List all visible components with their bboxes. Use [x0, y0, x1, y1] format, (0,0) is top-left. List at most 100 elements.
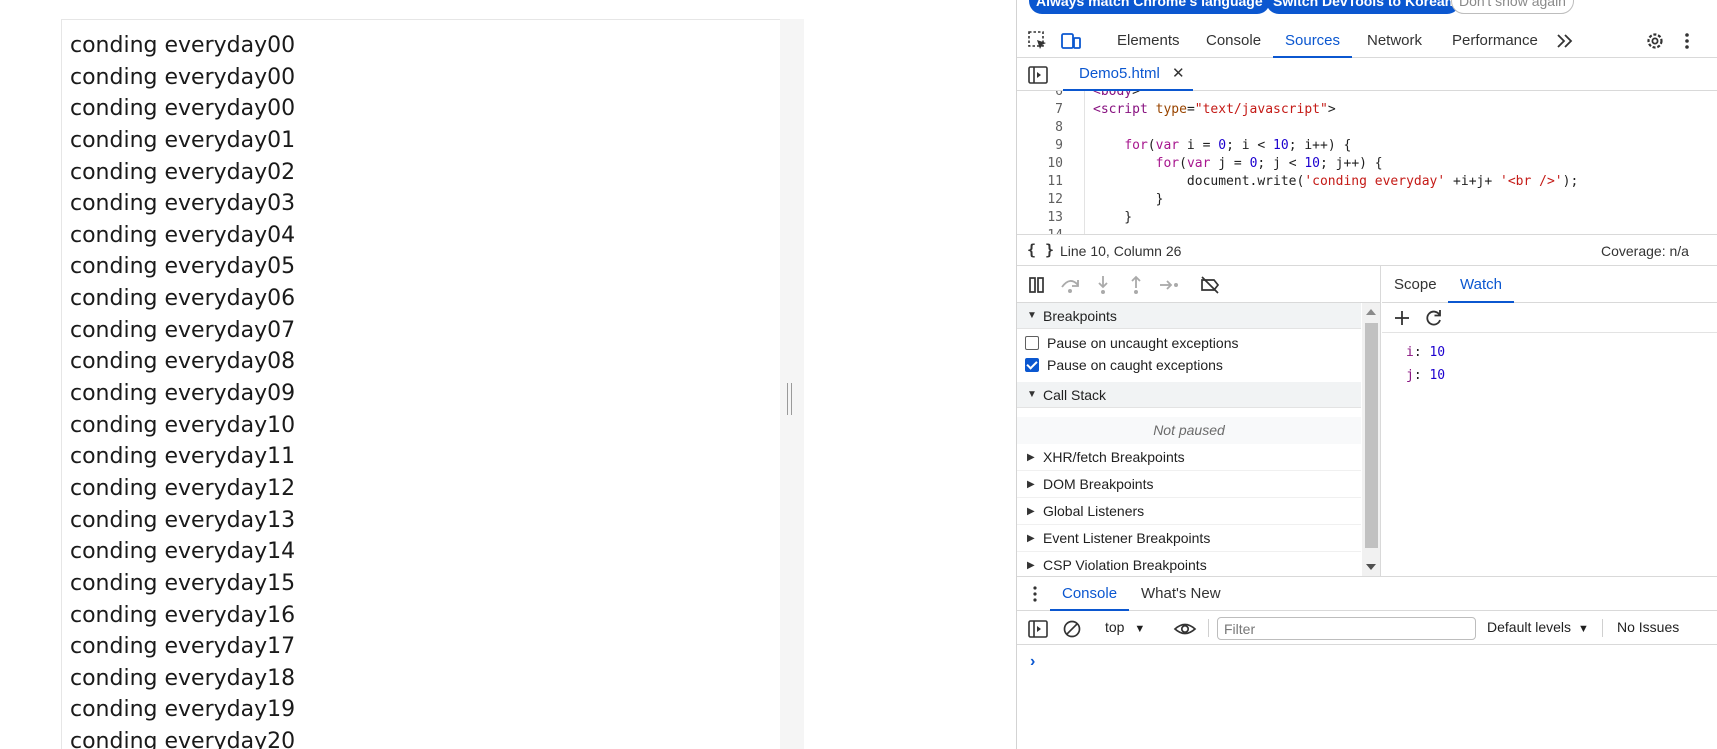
output-line: conding everyday05: [70, 254, 296, 280]
code-line: 14: [1017, 227, 1717, 234]
pause-caught-row[interactable]: Pause on caught exceptions: [1025, 354, 1223, 376]
step-out-icon[interactable]: [1125, 274, 1147, 296]
add-watch-icon[interactable]: [1392, 308, 1412, 328]
toggle-navigator-icon[interactable]: [1027, 64, 1049, 86]
section-xhr-breakpoints[interactable]: ▶ XHR/fetch Breakpoints: [1017, 444, 1361, 471]
viewport-gutter: [780, 19, 804, 749]
watch-expression[interactable]: i: 10: [1406, 341, 1445, 365]
scrollbar-thumb[interactable]: [1365, 323, 1378, 548]
output-line: conding everyday01: [70, 127, 296, 153]
section-event-listener-breakpoints[interactable]: ▶ Event Listener Breakpoints: [1017, 525, 1361, 552]
console-drawer: Console What's New top ▼ Filter Default …: [1017, 576, 1717, 749]
call-stack-section-header[interactable]: ▼ Call Stack: [1017, 382, 1361, 408]
console-prompt[interactable]: ›: [1030, 653, 1035, 671]
coverage-status: Coverage: n/a: [1601, 243, 1689, 259]
output-line: conding everyday00: [70, 33, 296, 58]
live-expression-eye-icon[interactable]: [1173, 618, 1197, 640]
watch-separator: :: [1413, 345, 1430, 360]
drawer-menu-icon[interactable]: [1025, 584, 1045, 604]
clear-console-icon[interactable]: [1061, 618, 1083, 640]
output-line: conding everyday08: [70, 349, 296, 375]
tab-console[interactable]: Console: [1206, 23, 1261, 58]
chevron-down-icon: ▼: [1134, 623, 1146, 635]
code-text: for(var i = 0; i < 10; i++) {: [1124, 138, 1352, 153]
scroll-up-arrow-icon[interactable]: [1366, 309, 1376, 315]
output-line: conding everyday00: [70, 96, 296, 122]
drawer-tab-console[interactable]: Console: [1050, 577, 1130, 611]
output-line: conding everyday07: [70, 317, 296, 343]
tab-sources[interactable]: Sources: [1273, 23, 1353, 58]
line-number[interactable]: 11: [1017, 173, 1063, 191]
match-language-button[interactable]: Always match Chrome's language: [1029, 0, 1270, 14]
file-tab-demo5[interactable]: Demo5.html ✕: [1063, 58, 1193, 91]
code-editor[interactable]: 6 <body> 7 <script type="text/javascript"> 8…: [1017, 91, 1717, 234]
section-label: XHR/fetch Breakpoints: [1043, 449, 1185, 465]
section-dom-breakpoints[interactable]: ▶ DOM Breakpoints: [1017, 471, 1361, 498]
context-selector[interactable]: top ▼: [1105, 619, 1145, 635]
tab-scope[interactable]: Scope: [1382, 266, 1449, 303]
breakpoints-section-header[interactable]: ▼ Breakpoints: [1017, 303, 1361, 329]
log-levels-dropdown[interactable]: Default levels ▼: [1487, 619, 1589, 635]
pause-script-icon[interactable]: [1026, 274, 1048, 296]
collapsed-triangle-icon: ▶: [1027, 560, 1035, 571]
customize-menu-icon[interactable]: [1676, 30, 1698, 52]
step-into-icon[interactable]: [1092, 274, 1114, 296]
tab-watch[interactable]: Watch: [1448, 266, 1514, 303]
code-line: 7 <script type="text/javascript">: [1017, 101, 1717, 119]
watch-value: 10: [1429, 345, 1446, 360]
resize-handle[interactable]: [787, 383, 792, 415]
line-number[interactable]: 8: [1017, 119, 1063, 137]
call-stack-status: Not paused: [1017, 417, 1361, 444]
line-number[interactable]: 14: [1017, 227, 1063, 234]
pause-uncaught-row[interactable]: Pause on uncaught exceptions: [1025, 332, 1238, 354]
output-line: conding everyday03: [70, 191, 296, 217]
output-line: conding everyday20: [70, 729, 296, 749]
watch-actions: [1382, 303, 1717, 333]
section-label: CSP Violation Breakpoints: [1043, 557, 1207, 573]
output-line: conding everyday13: [70, 507, 296, 533]
line-number[interactable]: 13: [1017, 209, 1063, 227]
device-toolbar-icon[interactable]: [1060, 30, 1082, 52]
line-number[interactable]: 10: [1017, 155, 1063, 173]
log-levels-label: Default levels: [1487, 619, 1572, 635]
pause-caught-checkbox[interactable]: [1025, 358, 1039, 372]
line-number[interactable]: 6: [1017, 91, 1063, 101]
scroll-down-arrow-icon[interactable]: [1366, 564, 1376, 570]
deactivate-breakpoints-icon[interactable]: [1199, 274, 1221, 296]
more-tabs-icon[interactable]: [1554, 30, 1576, 52]
inspect-element-icon[interactable]: [1027, 30, 1049, 52]
section-csp-violation-breakpoints[interactable]: ▶ CSP Violation Breakpoints: [1017, 552, 1361, 576]
issues-counter[interactable]: No Issues: [1617, 619, 1679, 635]
step-icon[interactable]: [1158, 274, 1180, 296]
watch-expression[interactable]: j: 10: [1406, 364, 1445, 388]
line-number[interactable]: 7: [1017, 101, 1063, 119]
close-tab-icon[interactable]: ✕: [1172, 65, 1185, 82]
editor-status-bar: { } Line 10, Column 26 Coverage: n/a: [1017, 234, 1717, 266]
code-line: 10 for(var j = 0; j < 10; j++) {: [1017, 155, 1717, 173]
pause-uncaught-checkbox[interactable]: [1025, 336, 1039, 350]
language-infobar: Always match Chrome's language Switch De…: [1017, 0, 1717, 18]
console-filter-input[interactable]: [1217, 617, 1476, 640]
page-viewport: conding everyday00 conding everyday00 cond…: [0, 0, 1016, 749]
output-line: conding everyday09: [70, 381, 296, 407]
pretty-print-icon[interactable]: { }: [1027, 241, 1054, 259]
toolbar-divider: [1208, 619, 1209, 637]
switch-language-button[interactable]: Switch DevTools to Korean: [1266, 0, 1461, 14]
output-line: conding everyday02: [70, 159, 296, 185]
console-sidebar-icon[interactable]: [1027, 618, 1049, 640]
cursor-position: Line 10, Column 26: [1060, 243, 1182, 259]
settings-gear-icon[interactable]: [1644, 30, 1666, 52]
step-over-icon[interactable]: [1059, 274, 1081, 296]
refresh-watch-icon[interactable]: [1424, 308, 1444, 328]
section-global-listeners[interactable]: ▶ Global Listeners: [1017, 498, 1361, 525]
line-number[interactable]: 9: [1017, 137, 1063, 155]
line-number[interactable]: 12: [1017, 191, 1063, 209]
toolbar-divider: [1602, 619, 1603, 637]
debugger-scrollbar[interactable]: [1362, 303, 1380, 576]
tab-network[interactable]: Network: [1367, 23, 1422, 58]
tab-elements[interactable]: Elements: [1117, 23, 1180, 58]
drawer-tab-whats-new[interactable]: What's New: [1129, 577, 1233, 611]
collapsed-triangle-icon: ▶: [1027, 479, 1035, 490]
tab-performance[interactable]: Performance: [1452, 23, 1538, 58]
dont-show-again-button[interactable]: Don't show again: [1451, 0, 1574, 14]
